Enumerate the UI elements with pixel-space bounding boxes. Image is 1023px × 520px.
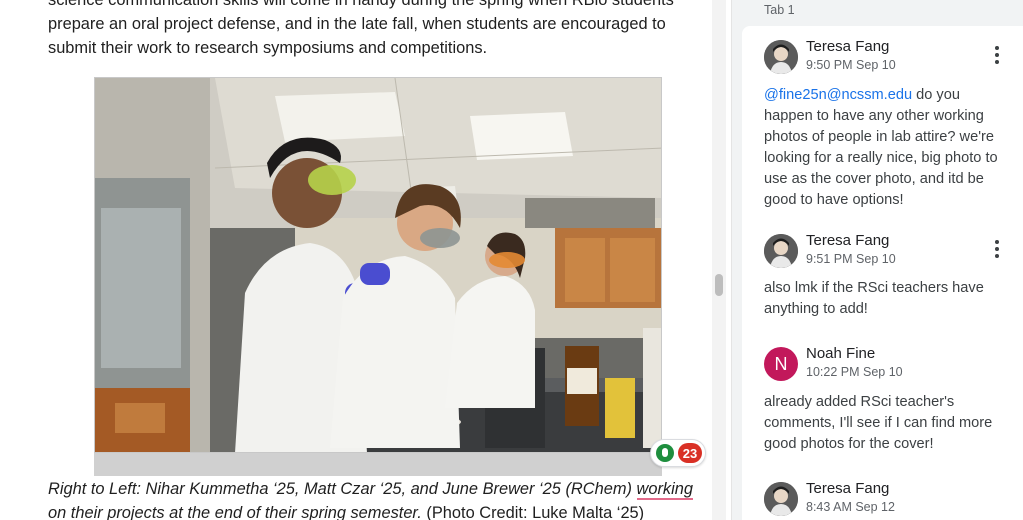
body-paragraph[interactable]: science communication skills will come i…: [48, 0, 698, 60]
avatar[interactable]: [764, 482, 798, 516]
caption-line-1: Right to Left: Nihar Kummetha ‘25, Matt …: [48, 477, 698, 501]
comment-body: @fine25n@ncssm.edu do you happen to have…: [764, 85, 1016, 211]
comment-text-line: also lmk if the RSci teachers have: [764, 280, 984, 296]
comment-text-line: comments, I'll see if I can find more: [764, 415, 993, 431]
more-options-icon[interactable]: [992, 240, 1002, 260]
comment-text-line: looking for a really nice, big photo to: [764, 150, 998, 166]
comment-text-line: good to have options!: [764, 192, 904, 208]
paragraph-line: science communication skills will come i…: [48, 0, 674, 9]
paragraph-line: prepare an oral project defense, and in …: [48, 15, 666, 33]
avatar[interactable]: [764, 234, 798, 268]
lab-photo-image[interactable]: [94, 77, 662, 453]
spellcheck-underlined-word[interactable]: working: [636, 480, 693, 500]
emoji-reaction-button[interactable]: 23: [650, 439, 706, 467]
comment-text-line: use as the cover photo, and itd be: [764, 171, 984, 187]
comment-author: Noah Fine: [806, 345, 876, 362]
document-scrollbar-track[interactable]: [712, 0, 726, 520]
comment-count-badge[interactable]: 23: [678, 443, 702, 463]
comment-text-line: do you: [912, 87, 960, 103]
comment-author: Teresa Fang: [806, 38, 890, 55]
avatar[interactable]: N: [764, 347, 798, 381]
comment-author: Teresa Fang: [806, 232, 890, 249]
caption-italic-text: Right to Left: Nihar Kummetha ‘25, Matt …: [48, 480, 637, 498]
comment-text-line: photos of people in lab attire? we're: [764, 129, 994, 145]
add-emoji-icon[interactable]: [656, 444, 674, 462]
photo-caption[interactable]: Right to Left: Nihar Kummetha ‘25, Matt …: [48, 477, 698, 520]
caption-line-2: on their projects at the end of their sp…: [48, 501, 698, 520]
paragraph-line: submit their work to research symposiums…: [48, 39, 488, 57]
comment-author: Teresa Fang: [806, 480, 890, 497]
document-scrollbar-thumb[interactable]: [715, 274, 723, 296]
comment-text-line: already added RSci teacher's: [764, 394, 955, 410]
more-options-icon[interactable]: [992, 46, 1002, 66]
document-body[interactable]: science communication skills will come i…: [0, 0, 712, 520]
photo-credit-text: (Photo Credit: Luke Malta ‘25): [421, 504, 645, 520]
comment-timestamp: 8:43 AM Sep 12: [806, 500, 895, 514]
comment-thread[interactable]: Teresa Fang 9:50 PM Sep 10 @fine25n@ncss…: [742, 26, 1023, 520]
comment-text-line: anything to add!: [764, 301, 868, 317]
image-bottom-bar: [94, 453, 662, 476]
comment-text-line: happen to have any other working: [764, 108, 984, 124]
tab-label[interactable]: Tab 1: [764, 3, 795, 17]
comment-timestamp: 10:22 PM Sep 10: [806, 365, 903, 379]
comment-text-line: good photos for the cover!: [764, 436, 934, 452]
comment-body: also lmk if the RSci teachers have anyth…: [764, 278, 1016, 320]
mention-link[interactable]: @fine25n@ncssm.edu: [764, 87, 912, 103]
comment-timestamp: 9:50 PM Sep 10: [806, 58, 896, 72]
comment-timestamp: 9:51 PM Sep 10: [806, 252, 896, 266]
avatar[interactable]: [764, 40, 798, 74]
comments-panel: Tab 1 Teresa Fang 9:50 PM Sep 10 @fine25…: [731, 0, 1023, 520]
comment-body: already added RSci teacher's comments, I…: [764, 392, 1016, 455]
caption-italic-text: on their projects at the end of their sp…: [48, 504, 422, 520]
